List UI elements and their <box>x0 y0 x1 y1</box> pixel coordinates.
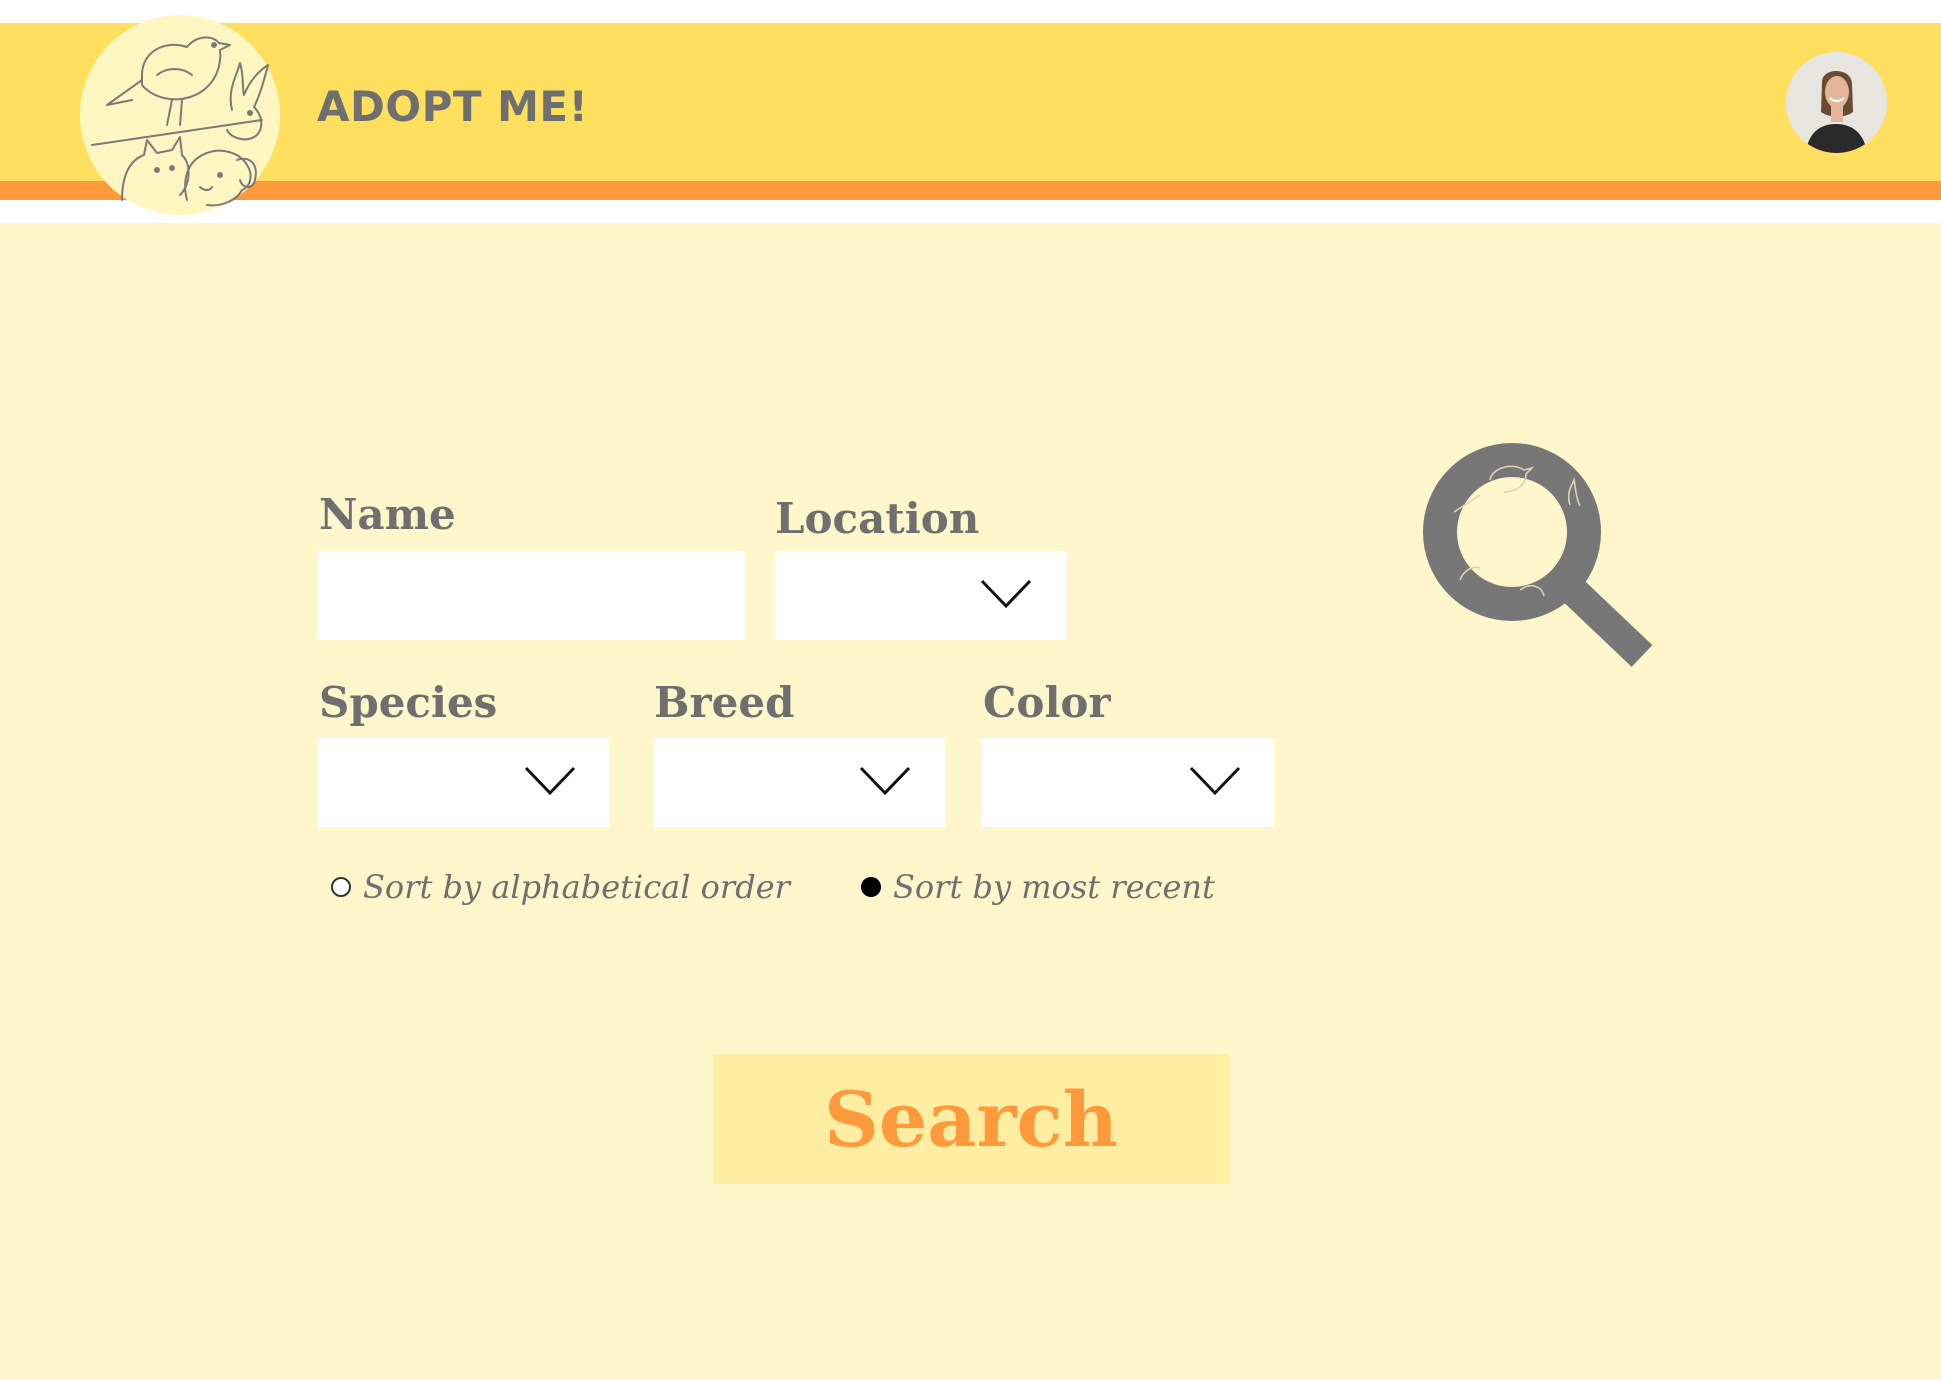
sort-recent-label: Sort by most recent <box>893 868 1215 906</box>
app-title: ADOPT ME! <box>317 82 589 131</box>
magnifier-pets-icon <box>1423 443 1653 667</box>
color-dropdown[interactable] <box>982 738 1274 827</box>
breed-label: Breed <box>654 678 795 727</box>
chevron-down-icon <box>980 579 1032 609</box>
chevron-down-icon <box>859 766 911 796</box>
name-input[interactable] <box>317 551 745 640</box>
radio-most-recent[interactable] <box>861 877 881 897</box>
page: ADOPT ME! Name Location Species Breed Co… <box>0 0 1941 1380</box>
user-avatar-icon[interactable] <box>1786 52 1887 153</box>
breed-dropdown[interactable] <box>653 738 945 827</box>
location-dropdown[interactable] <box>775 551 1067 640</box>
chevron-down-icon <box>524 766 576 796</box>
sort-alphabetical-label: Sort by alphabetical order <box>363 868 790 906</box>
sort-alphabetical-option[interactable]: Sort by alphabetical order <box>331 868 790 906</box>
name-label: Name <box>319 490 456 539</box>
color-label: Color <box>983 678 1111 727</box>
header-bar <box>0 23 1941 181</box>
location-label: Location <box>775 494 980 543</box>
pets-logo-icon[interactable] <box>72 15 282 215</box>
sort-recent-option[interactable]: Sort by most recent <box>861 868 1215 906</box>
species-dropdown[interactable] <box>317 738 609 827</box>
main-background <box>0 223 1941 1380</box>
chevron-down-icon <box>1189 766 1241 796</box>
species-label: Species <box>319 678 498 727</box>
search-button[interactable]: Search <box>713 1054 1229 1184</box>
avatar-portrait <box>1786 52 1887 153</box>
header-stripe <box>0 181 1941 200</box>
radio-alphabetical[interactable] <box>331 877 351 897</box>
